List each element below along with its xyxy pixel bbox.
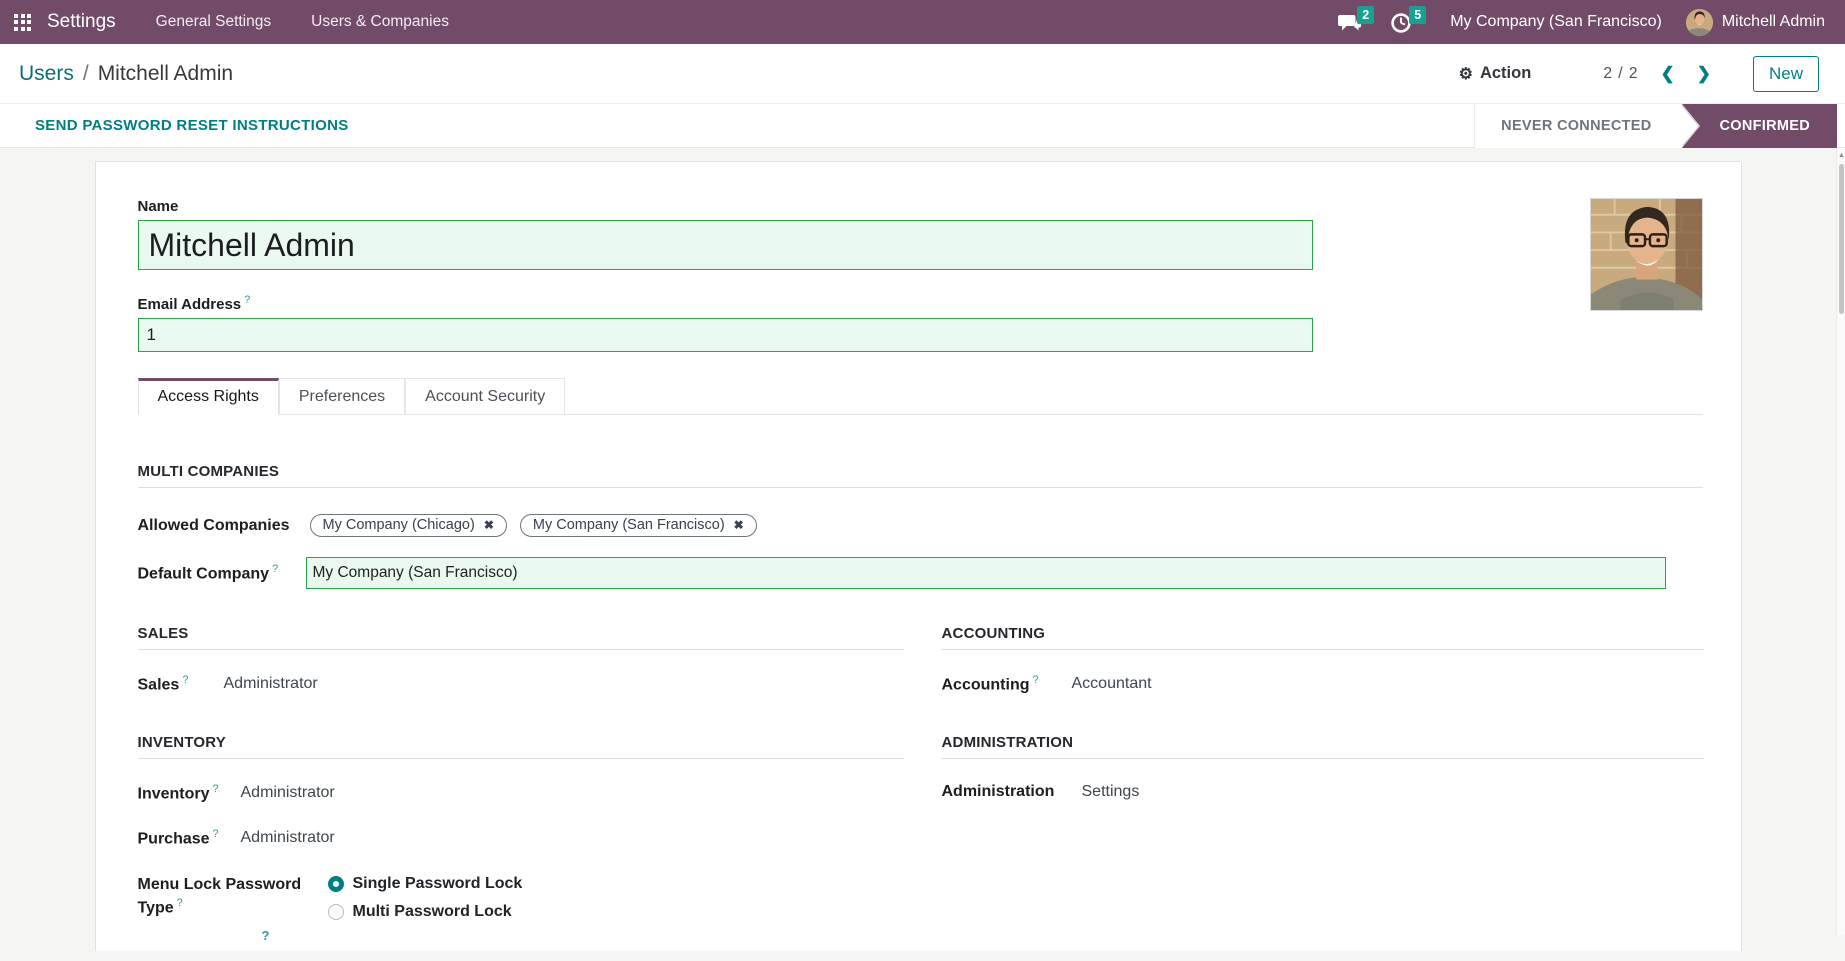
- next-field-help-cutoff: ?: [262, 928, 270, 943]
- radio-selected-icon[interactable]: [328, 876, 344, 892]
- administration-title: ADMINISTRATION: [942, 734, 1704, 759]
- send-password-reset-button[interactable]: SEND PASSWORD RESET INSTRUCTIONS: [35, 117, 349, 134]
- section-inventory: INVENTORY Inventory? Administrator Purch…: [138, 734, 904, 921]
- tab-access-rights[interactable]: Access Rights: [138, 378, 279, 415]
- allowed-companies-label: Allowed Companies: [138, 517, 310, 535]
- multi-companies-title: MULTI COMPANIES: [138, 463, 1703, 488]
- vertical-scrollbar[interactable]: ▲: [1836, 148, 1845, 935]
- email-input[interactable]: [138, 318, 1313, 352]
- user-menu[interactable]: Mitchell Admin: [1686, 9, 1825, 36]
- company-switcher[interactable]: My Company (San Francisco): [1450, 13, 1662, 31]
- purchase-value[interactable]: Administrator: [241, 829, 335, 847]
- section-accounting: ACCOUNTING Accounting? Accountant: [942, 625, 1704, 694]
- company-tag[interactable]: My Company (San Francisco) ✖: [520, 514, 757, 537]
- pager-next-icon[interactable]: ❯: [1697, 64, 1711, 84]
- action-label: Action: [1480, 64, 1531, 83]
- default-company-help-icon: ?: [272, 563, 278, 575]
- purchase-label: Purchase?: [138, 828, 241, 848]
- menu-general-settings[interactable]: General Settings: [156, 13, 271, 31]
- administration-value[interactable]: Settings: [1082, 783, 1140, 801]
- breadcrumb-current: Mitchell Admin: [98, 62, 233, 86]
- default-company-input[interactable]: [306, 557, 1666, 589]
- top-navbar: Settings General Settings Users & Compan…: [0, 0, 1845, 44]
- breadcrumb-separator: /: [83, 62, 89, 86]
- remove-tag-icon[interactable]: ✖: [484, 518, 494, 532]
- new-button[interactable]: New: [1753, 56, 1819, 92]
- activities-badge[interactable]: 5: [1409, 6, 1426, 24]
- inventory-title: INVENTORY: [138, 734, 904, 759]
- scrollbar-thumb[interactable]: [1839, 164, 1844, 314]
- radio-multi-password-lock[interactable]: Multi Password Lock: [328, 903, 523, 921]
- notebook-tabs: Access Rights Preferences Account Securi…: [138, 378, 1703, 415]
- tab-account-security[interactable]: Account Security: [405, 378, 565, 415]
- purchase-help-icon: ?: [213, 828, 219, 840]
- remove-tag-icon[interactable]: ✖: [734, 518, 744, 532]
- sales-value[interactable]: Administrator: [224, 675, 318, 693]
- inventory-help-icon: ?: [213, 783, 219, 795]
- status-step-never-connected[interactable]: NEVER CONNECTED: [1474, 104, 1681, 148]
- accounting-label: Accounting?: [942, 674, 1072, 694]
- right-column: ACCOUNTING Accounting? Accountant ADMINI…: [942, 625, 1704, 961]
- tag-label: My Company (Chicago): [323, 517, 475, 533]
- radio-unselected-icon[interactable]: [328, 904, 344, 920]
- status-bar: SEND PASSWORD RESET INSTRUCTIONS NEVER C…: [0, 104, 1845, 148]
- email-label: Email Address?: [138, 294, 1703, 313]
- left-column: SALES Sales? Administrator INVENTORY: [138, 625, 904, 961]
- control-panel: Users / Mitchell Admin ⚙ Action 2 / 2 ❮ …: [0, 44, 1845, 104]
- messages-badge[interactable]: 2: [1357, 6, 1374, 24]
- tag-label: My Company (San Francisco): [533, 517, 725, 533]
- pager: 2 / 2 ❮ ❯: [1603, 64, 1711, 84]
- default-company-label: Default Company?: [138, 563, 306, 583]
- radio-single-password-lock[interactable]: Single Password Lock: [328, 875, 523, 893]
- inventory-value[interactable]: Administrator: [241, 784, 335, 802]
- messages-icon[interactable]: 2: [1338, 10, 1366, 34]
- gear-icon: ⚙: [1459, 64, 1473, 84]
- activities-icon[interactable]: 5: [1390, 10, 1418, 34]
- menu-lock-options: Single Password Lock Multi Password Lock: [328, 874, 523, 921]
- scroll-up-icon[interactable]: ▲: [1838, 152, 1845, 159]
- name-input[interactable]: [138, 220, 1313, 270]
- menu-lock-help-icon: ?: [177, 897, 183, 909]
- sales-title: SALES: [138, 625, 904, 650]
- sales-label: Sales?: [138, 674, 224, 694]
- accounting-value[interactable]: Accountant: [1072, 675, 1152, 693]
- apps-menu-icon[interactable]: [14, 14, 31, 31]
- accounting-help-icon: ?: [1033, 674, 1039, 686]
- breadcrumb: Users / Mitchell Admin: [19, 62, 233, 86]
- breadcrumb-users-link[interactable]: Users: [19, 62, 74, 86]
- menu-users-companies[interactable]: Users & Companies: [311, 13, 449, 31]
- pager-value: 2 / 2: [1603, 65, 1638, 83]
- form-sheet: Name Email Address?: [95, 161, 1742, 951]
- accounting-title: ACCOUNTING: [942, 625, 1704, 650]
- section-sales: SALES Sales? Administrator: [138, 625, 904, 694]
- section-administration: ADMINISTRATION Administration Settings: [942, 734, 1704, 801]
- app-name[interactable]: Settings: [47, 11, 116, 33]
- content-area: Name Email Address?: [0, 148, 1836, 935]
- company-tag[interactable]: My Company (Chicago) ✖: [310, 514, 507, 537]
- pager-previous-icon[interactable]: ❮: [1660, 64, 1674, 84]
- user-name[interactable]: Mitchell Admin: [1722, 13, 1825, 31]
- status-step-confirmed[interactable]: CONFIRMED: [1682, 104, 1838, 148]
- email-help-icon: ?: [244, 294, 250, 306]
- action-menu-button[interactable]: ⚙ Action: [1459, 64, 1532, 84]
- administration-label: Administration: [942, 783, 1082, 801]
- section-multi-companies: MULTI COMPANIES Allowed Companies My Com…: [138, 463, 1703, 589]
- name-label: Name: [138, 198, 1703, 215]
- user-photo[interactable]: [1590, 198, 1703, 311]
- allowed-companies-tags: My Company (Chicago) ✖ My Company (San F…: [310, 514, 757, 537]
- user-avatar: [1686, 9, 1713, 36]
- sales-help-icon: ?: [182, 674, 188, 686]
- tab-preferences[interactable]: Preferences: [279, 378, 405, 415]
- statusbar-steps: NEVER CONNECTED CONFIRMED: [1474, 104, 1837, 148]
- inventory-label: Inventory?: [138, 783, 241, 803]
- menu-lock-label: Menu Lock Password Type?: [138, 874, 328, 919]
